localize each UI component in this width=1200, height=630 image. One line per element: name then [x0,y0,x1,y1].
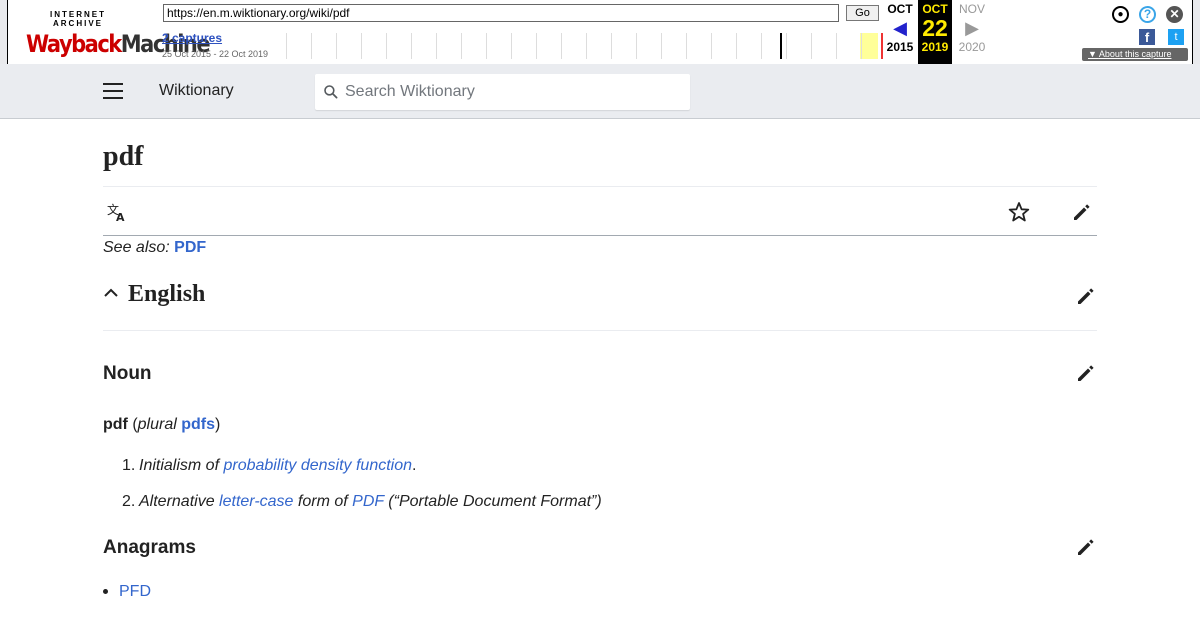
sparkline-tick [536,33,537,59]
star-icon[interactable] [1008,201,1030,223]
twitter-icon[interactable]: t [1168,29,1184,45]
definition-prefix: Initialism of [139,457,224,474]
wayback-go-button[interactable]: Go [846,5,879,21]
sparkline-highlight [860,33,878,59]
plural-form-link[interactable]: pdfs [181,416,215,433]
wayback-current-day: 22 [922,15,948,41]
chevron-up-icon[interactable] [103,285,119,299]
headword-line: pdf (plural pdfs) [103,416,220,434]
definition-prefix: Alternative [139,493,220,510]
facebook-icon[interactable]: f [1139,29,1155,45]
see-also-link[interactable]: PDF [174,239,206,256]
definition-number: 2. [122,493,136,510]
sparkline-capture-mark [780,33,782,59]
sparkline-tick [336,33,337,59]
about-capture-label: About this capture [1098,49,1172,59]
sparkline-tick [736,33,737,59]
wayback-logo-main: WaybackMachine [26,30,211,58]
sparkline-tick [386,33,387,59]
section-heading-anagrams: Anagrams [103,537,196,558]
wayback-toolbar: INTERNET ARCHIVE WaybackMachine Go 2 cap… [0,0,1200,70]
definition-middle: form of [293,493,353,510]
menu-icon[interactable] [103,83,123,100]
wayback-current-year: 2019 [921,40,949,54]
sparkline-tick [361,33,362,59]
close-icon[interactable]: ✕ [1166,6,1183,23]
definition-suffix: (“Portable Document Format”) [383,493,602,510]
definition-suffix: . [412,457,417,474]
see-also-line: See also: PDF [103,239,206,257]
search-icon [324,85,338,99]
wayback-next-year: 2020 [958,40,986,54]
wayback-current-month: OCT [922,2,948,16]
sparkline-tick [511,33,512,59]
sparkline-tick [586,33,587,59]
anagram-link[interactable]: PFD [119,583,151,601]
section-heading-noun: Noun [103,363,152,384]
sparkline-tick [686,33,687,59]
sparkline-tick [661,33,662,59]
sparkline-tick [711,33,712,59]
wayback-prev-capture[interactable]: OCT ◀ 2015 [881,0,919,64]
language-icon[interactable]: 文 A [106,201,128,223]
page-actions-bar: 文 A [103,186,1097,236]
sparkline-tick [761,33,762,59]
headword: pdf [103,416,128,433]
wayback-logo-top: INTERNET ARCHIVE [50,10,106,28]
page-title: pdf [103,141,144,172]
plural-label: plural [137,416,177,433]
sparkline-tick [636,33,637,59]
definition-link[interactable]: PDF [352,493,384,510]
next-arrow-icon[interactable]: ▶ [953,16,991,40]
edit-pencil-icon[interactable] [1075,536,1097,558]
definition-text: Alternative letter-case form of PDF (“Po… [139,493,602,511]
see-also-label: See also: [103,239,170,256]
sparkline-tick [286,33,287,59]
sparkline-tick [461,33,462,59]
sparkline-tick [786,33,787,59]
sparkline-tick [611,33,612,59]
sparkline-tick [836,33,837,59]
definition-link[interactable]: probability density function [223,457,412,474]
prev-arrow-icon[interactable]: ◀ [881,16,919,40]
wayback-prev-month: OCT [887,2,913,16]
wayback-sparkline[interactable] [278,33,884,59]
definition-text: Initialism of probability density functi… [139,457,416,475]
wayback-prev-year: 2015 [886,40,914,54]
search-box[interactable] [315,74,690,110]
sparkline-tick [411,33,412,59]
help-icon[interactable]: ? [1139,6,1156,23]
sparkline-tick [861,33,862,59]
sparkline-tick [486,33,487,59]
wayback-capture-range: 25 Oct 2015 - 22 Oct 2019 [162,49,269,59]
site-brand[interactable]: Wiktionary [159,82,234,100]
sparkline-tick [436,33,437,59]
about-capture-button[interactable]: ▼ About this capture [1082,48,1188,61]
user-icon[interactable]: ● [1112,6,1129,23]
section-english[interactable]: English [103,279,1097,331]
sparkline-tick [561,33,562,59]
sparkline-tick [811,33,812,59]
definition-number: 1. [122,457,136,474]
sparkline-tick [311,33,312,59]
wayback-next-capture[interactable]: NOV ▶ 2020 [953,0,991,64]
wayback-captures-link[interactable]: 2 captures [162,31,222,45]
edit-pencil-icon[interactable] [1075,285,1097,307]
site-header: Wiktionary [0,64,1200,119]
wayback-url-input[interactable] [163,4,839,22]
wayback-current-capture: OCT 22 2019 [918,0,952,64]
search-input[interactable] [345,74,685,110]
edit-pencil-icon[interactable] [1075,362,1097,384]
wayback-logo[interactable]: INTERNET ARCHIVE WaybackMachine [26,10,211,58]
wayback-toolbar-inner: INTERNET ARCHIVE WaybackMachine Go 2 cap… [7,0,1193,66]
bullet [103,589,108,594]
edit-pencil-icon[interactable] [1071,201,1093,223]
svg-text:A: A [116,211,125,223]
section-heading-english[interactable]: English [128,281,205,308]
wayback-next-month: NOV [958,2,985,16]
definition-link[interactable]: letter-case [219,493,293,510]
headword-close-paren: ) [215,416,221,433]
